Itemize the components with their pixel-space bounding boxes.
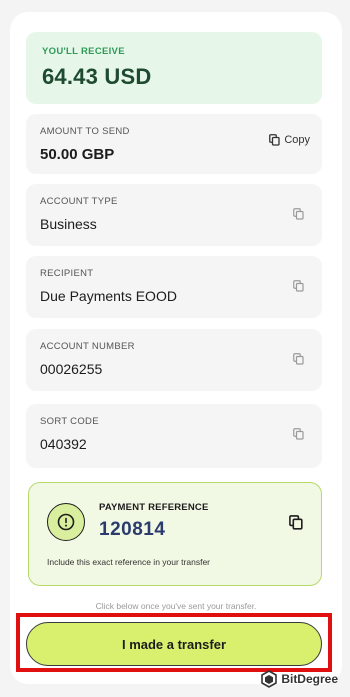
recipient-value: Due Payments EOOD	[40, 288, 177, 304]
amount-to-send-label: AMOUNT TO SEND	[40, 126, 130, 137]
sort-code-card: SORT CODE 040392	[26, 404, 322, 468]
account-number-value: 00026255	[40, 361, 103, 377]
payment-reference-label: PAYMENT REFERENCE	[99, 502, 209, 513]
recipient-label: RECIPIENT	[40, 268, 94, 279]
recipient-card: RECIPIENT Due Payments EOOD	[26, 256, 322, 318]
account-type-label: ACCOUNT TYPE	[40, 196, 118, 207]
amount-to-send-card: AMOUNT TO SEND 50.00 GBP Copy	[26, 114, 322, 174]
receive-label: YOU'LL RECEIVE	[42, 46, 125, 57]
bitdegree-watermark: BitDegree	[261, 670, 338, 688]
account-number-label: ACCOUNT NUMBER	[40, 341, 135, 352]
copy-label: Copy	[284, 134, 310, 146]
bitdegree-logo-icon	[261, 670, 278, 688]
made-transfer-button[interactable]: I made a transfer	[26, 622, 322, 666]
account-type-card: ACCOUNT TYPE Business	[26, 184, 322, 246]
payment-reference-value: 120814	[99, 519, 166, 540]
copy-icon[interactable]	[293, 208, 304, 220]
account-number-card: ACCOUNT NUMBER 00026255	[26, 329, 322, 391]
sort-code-value: 040392	[40, 436, 87, 452]
copy-icon	[269, 134, 280, 146]
account-type-value: Business	[40, 216, 97, 232]
receive-amount: 64.43 USD	[42, 64, 152, 89]
amount-to-send-value: 50.00 GBP	[40, 146, 115, 163]
payment-reference-card: PAYMENT REFERENCE 120814 Include this ex…	[28, 482, 322, 586]
copy-icon[interactable]	[293, 428, 304, 440]
copy-icon[interactable]	[289, 515, 303, 530]
receive-card: YOU'LL RECEIVE 64.43 USD	[26, 32, 322, 104]
sort-code-label: SORT CODE	[40, 416, 99, 427]
watermark-text: BitDegree	[281, 672, 338, 686]
transfer-hint: Click below once you've sent your transf…	[95, 601, 257, 611]
alert-icon	[47, 503, 85, 541]
payment-reference-hint: Include this exact reference in your tra…	[47, 557, 210, 567]
copy-amount-button[interactable]: Copy	[269, 134, 310, 146]
copy-icon[interactable]	[293, 353, 304, 365]
copy-icon[interactable]	[293, 280, 304, 292]
